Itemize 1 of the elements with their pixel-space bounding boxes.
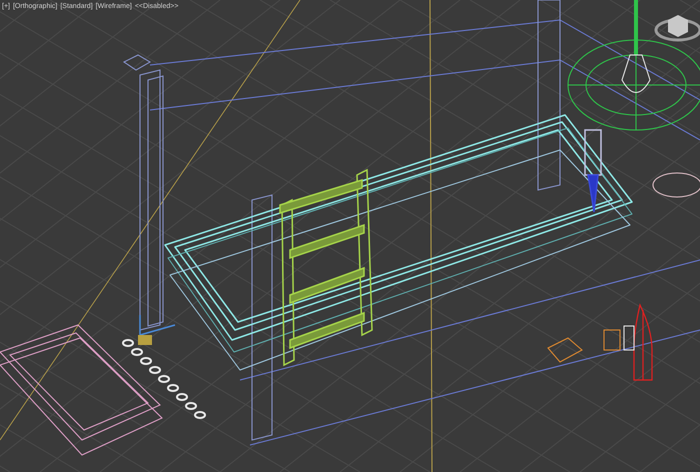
viewcube-icon[interactable] [654, 15, 700, 42]
